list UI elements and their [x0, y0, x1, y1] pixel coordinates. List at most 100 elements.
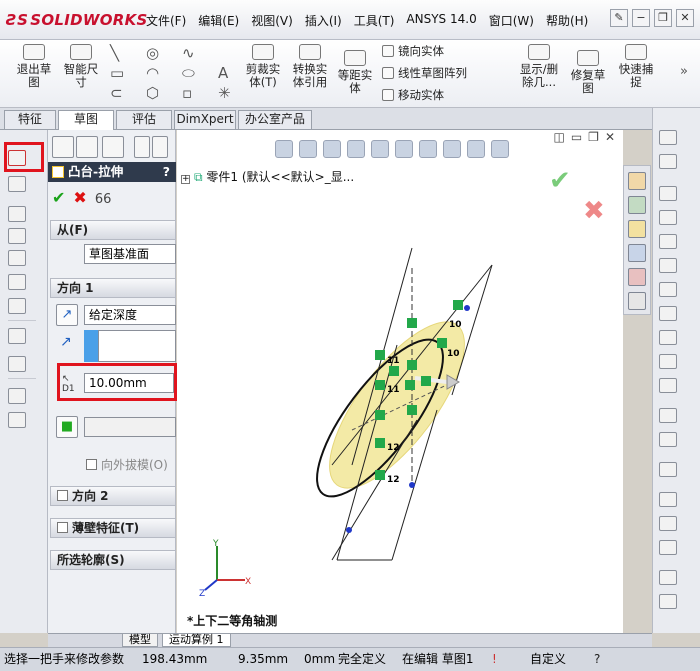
status-unit[interactable]: 自定义 — [530, 648, 566, 670]
menu-ansys[interactable]: ANSYS 14.0 — [400, 10, 482, 30]
display-style-icon[interactable] — [395, 140, 413, 158]
feature-manager-tab[interactable] — [52, 136, 74, 158]
relation-marker[interactable] — [421, 376, 431, 386]
revolve-icon[interactable] — [8, 176, 26, 192]
curves-icon[interactable] — [8, 412, 26, 428]
rib-icon[interactable] — [8, 356, 26, 372]
graphics-area[interactable]: ◫ ▭ ❐ ✕ + ⧉ 零件1 (默认<<默认>_显... ✔ ✖ 10 10 … — [177, 130, 623, 633]
cancel-button[interactable]: ✖ — [73, 188, 86, 207]
thin-feature-checkbox[interactable] — [57, 521, 72, 535]
tool-icon[interactable] — [659, 408, 677, 423]
tool-icon[interactable] — [659, 306, 677, 321]
direction-selection-box[interactable] — [98, 330, 176, 362]
tile-icon[interactable]: ◫ — [553, 130, 564, 144]
menu-help[interactable]: 帮助(H) — [540, 10, 594, 30]
chevron-right-icon[interactable]: » — [680, 64, 688, 79]
restore-button[interactable]: ❐ — [654, 9, 672, 27]
relation-marker[interactable] — [389, 366, 399, 376]
close-button[interactable]: ✕ — [676, 9, 694, 27]
relation-marker[interactable] — [437, 338, 447, 348]
tool-icon[interactable] — [659, 130, 677, 145]
flyout-feature-tree[interactable]: + ⧉ 零件1 (默认<<默认>_显... — [181, 168, 354, 185]
quick-snaps-button[interactable]: 快速捕 捉 — [614, 42, 658, 89]
mirror-entities-button[interactable]: 镜向实体 — [382, 43, 444, 59]
pattern-icon[interactable] — [8, 328, 26, 344]
exit-sketch-button[interactable]: 退出草 图 — [10, 42, 58, 89]
text-icon[interactable]: A — [218, 64, 228, 82]
rebuild-icon[interactable]: ! — [492, 648, 497, 670]
end-condition-select[interactable]: 给定深度 — [84, 305, 176, 325]
arc-icon[interactable]: ◠ — [146, 64, 159, 82]
relation-marker[interactable] — [375, 350, 385, 360]
chevron-left-icon[interactable] — [134, 136, 150, 158]
tool-icon[interactable] — [659, 234, 677, 249]
design-library-icon[interactable] — [628, 196, 646, 214]
centerline-icon[interactable]: ✳ — [218, 84, 231, 102]
direction1-section[interactable]: 方向 1 — [50, 278, 176, 298]
from-section[interactable]: 从(F) — [50, 220, 176, 240]
tool-icon[interactable] — [659, 354, 677, 369]
pin-icon[interactable]: ✎ — [610, 9, 628, 27]
tool-icon[interactable] — [659, 540, 677, 555]
menu-file[interactable]: 文件(F) — [140, 10, 192, 30]
direction2-checkbox[interactable] — [57, 489, 72, 503]
menu-view[interactable]: 视图(V) — [245, 10, 299, 30]
property-manager-tab[interactable] — [76, 136, 98, 158]
tab-office-products[interactable]: 办公室产品 — [238, 110, 312, 129]
file-explorer-icon[interactable] — [628, 220, 646, 238]
view-settings-icon[interactable] — [491, 140, 509, 158]
tool-icon[interactable] — [659, 378, 677, 393]
tool-icon[interactable] — [659, 570, 677, 585]
appearances-icon[interactable] — [628, 268, 646, 286]
help-button[interactable]: ? — [163, 162, 170, 182]
thin-feature-section[interactable]: 薄壁特征(T) — [50, 518, 176, 538]
tool-icon[interactable] — [659, 210, 677, 225]
tab-model[interactable]: 模型 — [122, 634, 158, 647]
tool-icon[interactable] — [659, 282, 677, 297]
draft-icon[interactable]: ■ — [56, 416, 78, 438]
tab-evaluate[interactable]: 评估 — [116, 110, 172, 129]
zoom-area-icon[interactable] — [299, 140, 317, 158]
linear-pattern-button[interactable]: 线性草图阵列 — [382, 65, 467, 81]
relation-marker[interactable] — [407, 360, 417, 370]
menu-tools[interactable]: 工具(T) — [348, 10, 401, 30]
sketch-point[interactable] — [464, 305, 470, 311]
scene-icon[interactable] — [467, 140, 485, 158]
configuration-manager-tab[interactable] — [102, 136, 124, 158]
menu-edit[interactable]: 编辑(E) — [192, 10, 245, 30]
reference-geometry-icon[interactable] — [8, 388, 26, 404]
tool-icon[interactable] — [659, 432, 677, 447]
expand-icon[interactable]: + — [181, 175, 190, 184]
preview-icon[interactable]: 66 — [95, 192, 112, 207]
line-icon[interactable]: ╲ — [110, 44, 119, 62]
tool-icon[interactable] — [659, 186, 677, 201]
tool-icon[interactable] — [659, 154, 677, 169]
relation-marker[interactable] — [405, 380, 415, 390]
relation-marker[interactable] — [407, 318, 417, 328]
tool-icon[interactable] — [659, 516, 677, 531]
draft-outward-checkbox[interactable]: 向外拔模(O) — [86, 456, 168, 473]
zoom-fit-icon[interactable] — [275, 140, 293, 158]
tab-dimxpert[interactable]: DimXpert — [174, 110, 236, 129]
relation-marker[interactable] — [375, 380, 385, 390]
close-view-icon[interactable]: ✕ — [605, 130, 615, 144]
ellipse-icon[interactable]: ⬭ — [182, 64, 195, 82]
restore-view-icon[interactable]: ▭ — [571, 130, 582, 144]
help-icon[interactable]: ? — [594, 648, 600, 670]
appearance-icon[interactable] — [443, 140, 461, 158]
display-delete-relations-button[interactable]: 显示/删 除几... — [514, 42, 564, 89]
tool-icon[interactable] — [659, 492, 677, 507]
move-entities-button[interactable]: 移动实体 — [382, 87, 444, 103]
confirm-cancel-icon[interactable]: ✖ — [583, 196, 605, 226]
maximize-view-icon[interactable]: ❐ — [588, 130, 599, 144]
draft-angle-input[interactable] — [84, 417, 176, 437]
tool-icon[interactable] — [659, 330, 677, 345]
relation-marker[interactable] — [407, 405, 417, 415]
offset-entities-button[interactable]: 等距实 体 — [334, 48, 376, 95]
repair-sketch-button[interactable]: 修复草 图 — [566, 48, 610, 95]
circle-icon[interactable]: ◎ — [146, 44, 159, 62]
chevron-right-icon[interactable] — [152, 136, 168, 158]
view-orientation-icon[interactable] — [371, 140, 389, 158]
solidworks-logo[interactable]: ƧS SOLIDWORKS — [6, 11, 148, 29]
view-palette-icon[interactable] — [628, 244, 646, 262]
